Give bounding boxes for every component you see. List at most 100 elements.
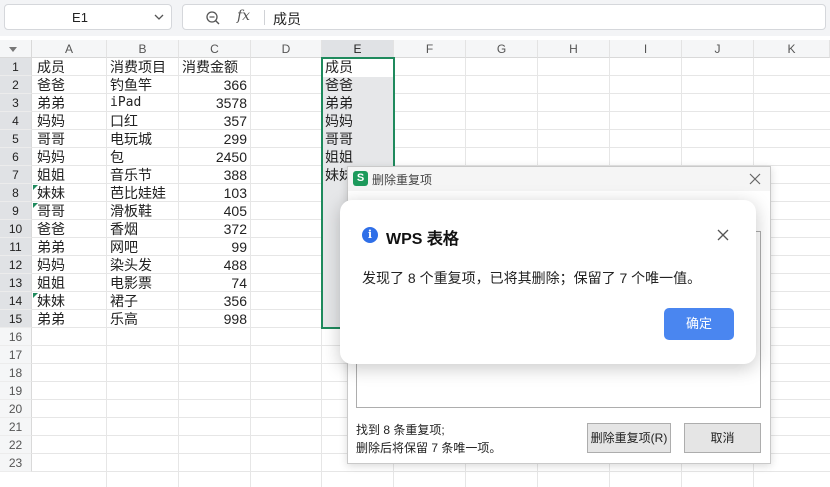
column-header-j[interactable]: J (682, 40, 754, 58)
column-header-f[interactable]: F (394, 40, 466, 58)
remove-duplicates-button[interactable]: 删除重复项(R) (587, 423, 671, 453)
cell-b7[interactable]: 音乐节 (107, 166, 152, 184)
cell-a1[interactable]: 成员 (34, 58, 65, 76)
cell-e5[interactable]: 哥哥 (322, 130, 353, 148)
row-header[interactable]: 14 (0, 292, 32, 310)
cell-a5[interactable]: 哥哥 (34, 130, 65, 148)
cell-c4[interactable]: 357 (179, 112, 247, 130)
cell-e6[interactable]: 姐姐 (322, 148, 353, 166)
cell-a3[interactable]: 弟弟 (34, 94, 65, 112)
cell-a7[interactable]: 姐姐 (34, 166, 65, 184)
cell-c10[interactable]: 372 (179, 220, 247, 238)
cell-e3[interactable]: 弟弟 (322, 94, 353, 112)
cell-c3[interactable]: 3578 (179, 94, 247, 112)
row-header[interactable]: 8 (0, 184, 32, 202)
row-header[interactable]: 12 (0, 256, 32, 274)
cell-a11[interactable]: 弟弟 (34, 238, 65, 256)
formula-input[interactable]: fx 成员 (182, 4, 826, 30)
cell-b4[interactable]: 口红 (107, 112, 138, 130)
cell-b1[interactable]: 消费项目 (107, 58, 166, 76)
cell-a12[interactable]: 妈妈 (34, 256, 65, 274)
row-header[interactable]: 6 (0, 148, 32, 166)
row-header[interactable]: 19 (0, 382, 32, 400)
row-header[interactable]: 20 (0, 400, 32, 418)
cell-a9[interactable]: 哥哥 (34, 202, 65, 220)
cell-a15[interactable]: 弟弟 (34, 310, 65, 328)
cell-c1[interactable]: 消费金额 (179, 58, 238, 76)
cell-a4[interactable]: 妈妈 (34, 112, 65, 130)
row-header[interactable]: 22 (0, 436, 32, 454)
row-header[interactable]: 11 (0, 238, 32, 256)
cancel-button[interactable]: 取消 (684, 423, 761, 453)
cell-e2[interactable]: 爸爸 (322, 76, 353, 94)
cell-b15[interactable]: 乐高 (107, 310, 138, 328)
alert-title: WPS 表格 (386, 231, 459, 248)
row-header[interactable]: 7 (0, 166, 32, 184)
column-header-b[interactable]: B (107, 40, 179, 58)
row-header[interactable]: 18 (0, 364, 32, 382)
cell-b9[interactable]: 滑板鞋 (107, 202, 152, 220)
cell-b13[interactable]: 电影票 (107, 274, 152, 292)
cell-b3[interactable]: iPad (107, 94, 141, 112)
cell-e1[interactable]: 成员 (322, 58, 353, 76)
close-icon[interactable] (748, 172, 762, 186)
column-header-e[interactable]: E (322, 40, 394, 58)
row-header[interactable]: 10 (0, 220, 32, 238)
column-header-d[interactable]: D (251, 40, 322, 58)
row-header[interactable]: 23 (0, 454, 32, 472)
column-header-i[interactable]: I (610, 40, 682, 58)
ok-button[interactable]: 确定 (664, 308, 734, 340)
row-header[interactable]: 3 (0, 94, 32, 112)
row-header[interactable]: 21 (0, 418, 32, 436)
cell-e4[interactable]: 妈妈 (322, 112, 353, 130)
cell-c13[interactable]: 74 (179, 274, 247, 292)
column-header-g[interactable]: G (466, 40, 538, 58)
cell-c9[interactable]: 405 (179, 202, 247, 220)
cell-b14[interactable]: 裙子 (107, 292, 138, 310)
cell-b2[interactable]: 钓鱼竿 (107, 76, 152, 94)
row-header[interactable]: 2 (0, 76, 32, 94)
fx-icon[interactable]: fx (237, 8, 250, 24)
row-header[interactable]: 15 (0, 310, 32, 328)
row-header[interactable]: 16 (0, 328, 32, 346)
cell-b12[interactable]: 染头发 (107, 256, 152, 274)
cell-c7[interactable]: 388 (179, 166, 247, 184)
select-all-corner[interactable] (0, 40, 32, 58)
cell-a2[interactable]: 爸爸 (34, 76, 65, 94)
cell-b10[interactable]: 香烟 (107, 220, 138, 238)
wps-sheet-logo-icon: S (353, 171, 368, 186)
row-header[interactable]: 9 (0, 202, 32, 220)
column-header-k[interactable]: K (754, 40, 830, 58)
column-header-h[interactable]: H (538, 40, 610, 58)
cell-b5[interactable]: 电玩城 (107, 130, 152, 148)
column-header-a[interactable]: A (32, 40, 107, 58)
close-icon[interactable] (716, 228, 730, 242)
chevron-down-icon[interactable] (153, 11, 165, 23)
cell-c2[interactable]: 366 (179, 76, 247, 94)
cell-c6[interactable]: 2450 (179, 148, 247, 166)
dialog-titlebar[interactable]: S 删除重复项 (348, 167, 770, 191)
cell-a13[interactable]: 姐姐 (34, 274, 65, 292)
cell-a6[interactable]: 妈妈 (34, 148, 65, 166)
formula-content[interactable]: 成员 (273, 9, 301, 29)
row-header[interactable]: 17 (0, 346, 32, 364)
row-header[interactable]: 5 (0, 130, 32, 148)
column-header-c[interactable]: C (179, 40, 251, 58)
cell-c15[interactable]: 998 (179, 310, 247, 328)
row-header[interactable]: 4 (0, 112, 32, 130)
row-header[interactable]: 13 (0, 274, 32, 292)
row-header[interactable]: 1 (0, 58, 32, 76)
zoom-icon[interactable] (205, 10, 221, 26)
cell-c8[interactable]: 103 (179, 184, 247, 202)
name-box[interactable]: E1 (4, 4, 172, 30)
cell-b6[interactable]: 包 (107, 148, 124, 166)
cell-a14[interactable]: 妹妹 (34, 292, 65, 310)
cell-a8[interactable]: 妹妹 (34, 184, 65, 202)
cell-c11[interactable]: 99 (179, 238, 247, 256)
cell-b11[interactable]: 网吧 (107, 238, 138, 256)
cell-c12[interactable]: 488 (179, 256, 247, 274)
cell-a10[interactable]: 爸爸 (34, 220, 65, 238)
cell-c5[interactable]: 299 (179, 130, 247, 148)
cell-b8[interactable]: 芭比娃娃 (107, 184, 166, 202)
cell-c14[interactable]: 356 (179, 292, 247, 310)
